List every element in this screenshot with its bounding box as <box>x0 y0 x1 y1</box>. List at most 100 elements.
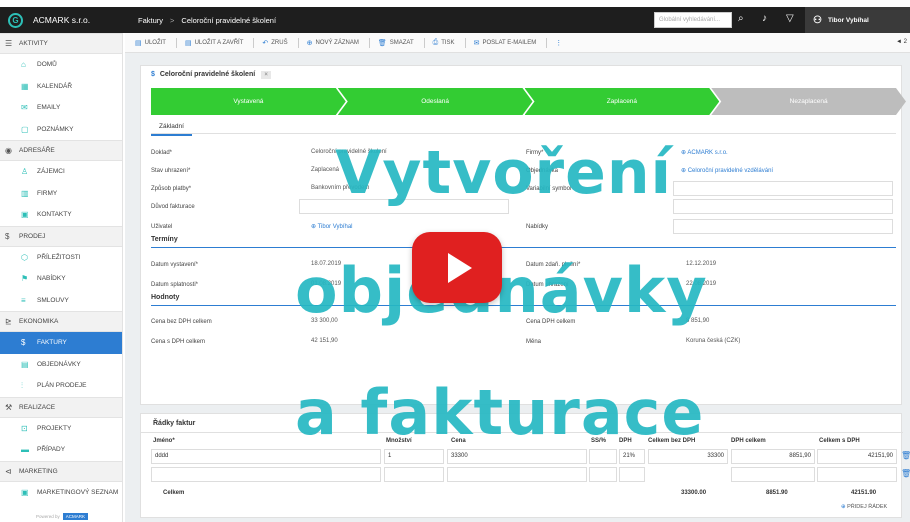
section-hodnoty: Hodnoty <box>151 294 180 301</box>
sidebar-item-5-0[interactable]: ▣ MARKETINGOVÝ SEZNAM <box>0 482 122 504</box>
breadcrumb: Faktury > Celoroční pravidelné školení <box>125 16 276 25</box>
line-name-input[interactable]: dddd <box>151 449 381 464</box>
contact-icon: ▣ <box>21 210 29 220</box>
totals-inc: 42151.90 <box>851 490 877 496</box>
status-steps: Vystavená Odeslaná Zaplacená Nezaplacená <box>151 88 906 115</box>
sidebar-item-1-1[interactable]: ▥ FIRMY <box>0 183 122 205</box>
toolbar: ▤ ULOŽIT ▤ ULOŽIT A ZAVŘÍT ↶ ZRUŠ ⊕ NOVÝ ZÁZ… <box>125 33 910 53</box>
new-line-discount-input[interactable] <box>589 467 617 482</box>
play-button[interactable] <box>412 232 502 303</box>
save-and-close-button[interactable]: ▤ ULOŽIT A ZAVŘÍT <box>185 39 243 47</box>
cancel-button[interactable]: ↶ ZRUŠ <box>262 39 287 47</box>
user-name: Tibor Vybíhal <box>827 16 869 24</box>
sidebar-item-0-1[interactable]: ▦ KALENDÁŘ <box>0 76 122 98</box>
sidebar-item-3-2[interactable]: ⫶ PLÁN PRODEJE <box>0 375 122 397</box>
sidebar-item-2-1[interactable]: ⚑ NABÍDKY <box>0 268 122 290</box>
step-vystavena[interactable]: Vystavená <box>151 88 346 115</box>
line-price-input[interactable]: 33300 <box>447 449 587 464</box>
overlay-title-line3: a fakturace <box>295 376 705 449</box>
user-icon: ⚇ <box>813 14 822 26</box>
trash-icon: 🗑 <box>377 39 387 47</box>
field-zpusob-platby: Způsob platby* <box>151 185 192 192</box>
new-line-name-input[interactable] <box>151 467 381 482</box>
step-nezaplacena[interactable]: Nezaplacená <box>711 88 906 115</box>
objednavka-link[interactable]: ⊕ Celoroční pravidelné vzdělávání <box>681 167 773 174</box>
totals-label: Celkem <box>163 490 185 496</box>
print-button[interactable]: ⎙ TISK <box>433 39 455 47</box>
sidebar-section-4[interactable]: ⚒ REALIZACE <box>0 396 122 418</box>
extra-input[interactable] <box>673 199 893 214</box>
uzivatel-link[interactable]: ⊕ Tibor Vybíhal <box>311 223 353 230</box>
sidebar-item-2-0[interactable]: ⬡ PŘÍLEŽITOSTI <box>0 247 122 269</box>
step-odeslana[interactable]: Odeslaná <box>338 88 533 115</box>
acmark-logo-icon: G <box>8 12 23 28</box>
send-email-button[interactable]: ✉ POSLAT E-MAILEM <box>474 39 537 47</box>
record-pager[interactable]: ◄ 2 <box>896 39 907 45</box>
field-cena-bez-dph: Cena bez DPH celkem <box>151 318 212 325</box>
new-line-qty-input[interactable] <box>384 467 444 482</box>
delete-row-icon[interactable]: 🗑 <box>901 469 910 478</box>
sidebar-item-3-1[interactable]: ▤ OBJEDNÁVKY <box>0 354 122 376</box>
sidebar-item-0-2[interactable]: ✉ EMAILY <box>0 97 122 119</box>
sidebar-item-2-2[interactable]: ≡ SMLOUVY <box>0 290 122 312</box>
delete-button[interactable]: 🗑 SMAZAT <box>378 39 414 47</box>
calendar-icon: ▦ <box>21 81 29 91</box>
new-line-dph-select[interactable] <box>619 467 645 482</box>
close-record-button[interactable]: × <box>261 71 272 79</box>
toolbar-divider <box>423 37 425 48</box>
powered-by: Powered by ACMARK <box>36 513 89 520</box>
sidebar: ☰ AKTIVITY ⌂ DOMŮ ▦ KALENDÁŘ ✉ EMAILY ▢ POZNÁMKY ◉… <box>0 33 123 522</box>
firmy-link[interactable]: ⊕ ACMARK s.r.o. <box>681 149 728 156</box>
sidebar-section-0[interactable]: ☰ AKTIVITY <box>0 33 122 54</box>
step-zaplacena[interactable]: Zaplacená <box>525 88 720 115</box>
sidebar-item-1-0[interactable]: ♙ ZÁJEMCI <box>0 161 122 183</box>
breadcrumb-current: Celoroční pravidelné školení <box>181 15 277 25</box>
toolbar-divider <box>546 37 548 48</box>
mena-value[interactable]: Koruna česká (CZK) <box>686 338 740 344</box>
breadcrumb-root[interactable]: Faktury <box>138 16 163 25</box>
add-row-button[interactable]: ⊕ PŘIDEJ ŘÁDEK <box>841 504 887 510</box>
variabilni-input[interactable] <box>673 181 893 196</box>
save-button[interactable]: ▤ ULOŽIT <box>135 39 166 47</box>
sidebar-section-1[interactable]: ◉ ADRESÁŘE <box>0 140 122 161</box>
search-icon[interactable]: ⌕ <box>738 13 744 24</box>
sidebar-item-1-2[interactable]: ▣ KONTAKTY <box>0 204 122 226</box>
line-total-ex: 33300 <box>648 449 728 464</box>
undo-icon: ↶ <box>262 39 269 47</box>
sidebar-section-3[interactable]: ⊵ EKONOMIKA <box>0 311 122 332</box>
invoice-detail-card: $ Celoroční pravidelné školení × Vystave… <box>140 65 902 405</box>
user-menu[interactable]: ⚇ Tibor Vybíhal <box>805 7 910 33</box>
offer-icon: ⚑ <box>21 274 29 284</box>
sidebar-item-3-0[interactable]: $ FAKTURY <box>0 332 122 354</box>
line-qty-input[interactable]: 1 <box>384 449 444 464</box>
toolbar-divider <box>297 37 299 48</box>
more-button[interactable]: ⋮ <box>555 39 565 47</box>
line-discount-input[interactable] <box>589 449 617 464</box>
delete-row-icon[interactable]: 🗑 <box>901 451 910 460</box>
mail-icon: ✉ <box>21 103 28 113</box>
link-icon: ⊕ <box>681 168 688 174</box>
global-search-input[interactable]: Globální vyhledávání... <box>654 12 732 28</box>
app-logo-bar[interactable]: G ACMARK s.r.o. <box>0 7 125 33</box>
sidebar-item-0-3[interactable]: ▢ POZNÁMKY <box>0 119 122 141</box>
sidebar-section-2[interactable]: $ PRODEJ <box>0 225 122 247</box>
save-close-icon: ▤ <box>184 39 192 47</box>
list-icon: ▣ <box>21 487 29 497</box>
line-dph-select[interactable]: 21% <box>619 449 645 464</box>
sidebar-item-4-1[interactable]: ▬ PŘÍPADY <box>0 439 122 461</box>
case-icon: ▬ <box>21 445 29 455</box>
marketing-icon: ⊲ <box>5 466 12 476</box>
field-duvod: Důvod fakturace <box>151 203 195 210</box>
new-line-price-input[interactable] <box>447 467 587 482</box>
filter-icon[interactable]: ▽ <box>786 13 794 24</box>
cena-s-dph-value: 42 151,90 <box>311 338 338 344</box>
sidebar-section-5[interactable]: ⊲ MARKETING <box>0 460 122 482</box>
sidebar-item-4-0[interactable]: ⊡ PROJEKTY <box>0 418 122 440</box>
building-icon: ▥ <box>21 188 29 198</box>
sidebar-item-0-0[interactable]: ⌂ DOMŮ <box>0 54 122 76</box>
new-record-button[interactable]: ⊕ NOVÝ ZÁZNAM <box>307 39 359 47</box>
nabidky-input[interactable] <box>673 219 893 234</box>
toolbar-divider <box>253 37 255 48</box>
bell-icon[interactable]: ♪ <box>762 13 767 24</box>
opportunity-icon: ⬡ <box>21 252 28 262</box>
